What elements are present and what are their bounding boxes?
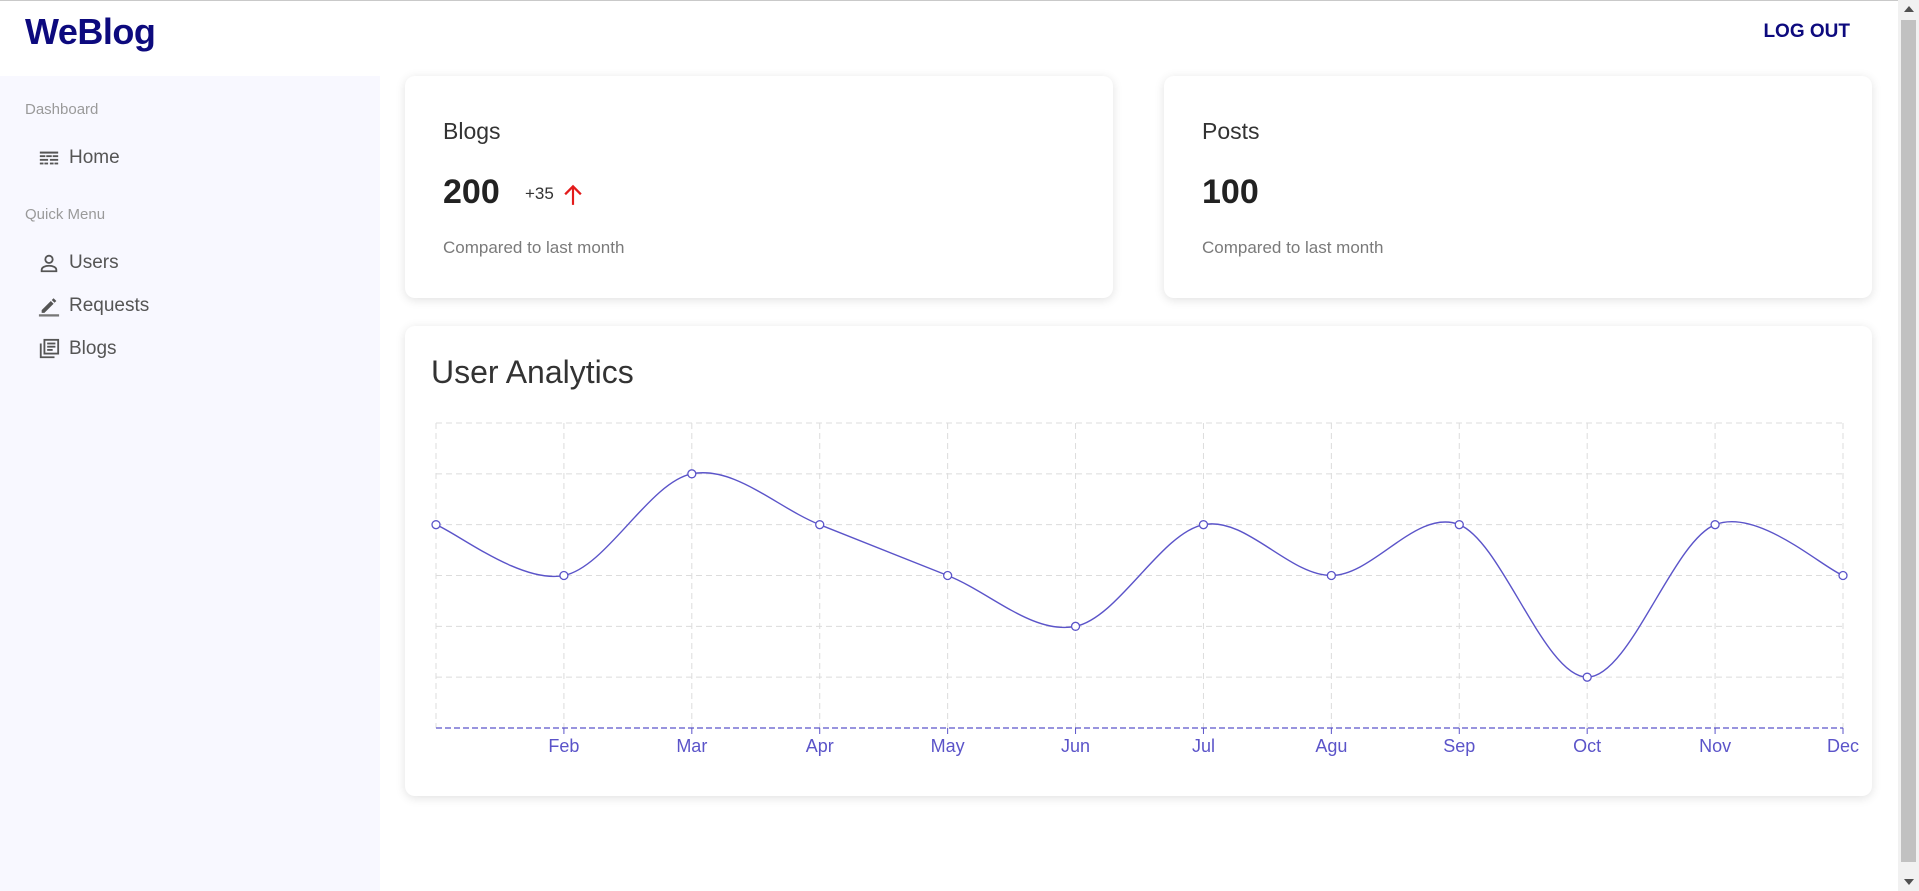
x-tick-label: Apr [806, 736, 834, 756]
x-tick-label: Dec [1827, 736, 1859, 756]
sidebar-item-requests[interactable]: Requests [38, 291, 149, 321]
library-books-icon [39, 338, 60, 359]
person-icon [40, 254, 58, 273]
card-value: 200 [443, 173, 500, 211]
logout-button[interactable]: LOG OUT [1763, 21, 1850, 43]
user-analytics-chart: Feb Mar Apr May Jun Jul Agu Sep Oct Nov Dec [431, 422, 1859, 756]
sidebar-item-label: Users [69, 252, 119, 273]
sidebar-section-quick-menu: Quick Menu [25, 206, 106, 223]
data-point [1198, 520, 1209, 530]
x-tick-label: Mar [676, 736, 707, 756]
card-title: Blogs [443, 118, 501, 144]
posts-stat-card: Posts 100 Compared to last month [1164, 76, 1872, 298]
x-tick-label: Agu [1315, 736, 1347, 756]
top-bar: WeBlog LOG OUT [0, 1, 1898, 76]
vertical-scrollbar[interactable] [1898, 0, 1919, 891]
home-dashboard-icon [39, 151, 59, 165]
sidebar-item-home[interactable]: Home [38, 143, 120, 173]
x-tick-label: Oct [1573, 736, 1601, 756]
x-tick-label: Nov [1699, 736, 1731, 756]
data-point [1582, 672, 1592, 682]
sidebar-item-label: Blogs [69, 338, 117, 359]
card-subtitle: Compared to last month [1202, 238, 1384, 257]
sidebar-section-dashboard: Dashboard [25, 101, 99, 118]
x-tick-label: Sep [1443, 736, 1475, 756]
blogs-stat-card: Blogs 200 +35 Compared to last month [405, 76, 1113, 298]
x-tick-label: May [931, 736, 965, 756]
card-value: 100 [1202, 173, 1259, 211]
delta-value: +35 [525, 184, 554, 203]
card-title: Posts [1202, 118, 1260, 144]
scroll-up-arrow-icon[interactable] [1904, 6, 1914, 12]
data-point [1838, 570, 1848, 581]
data-point [431, 520, 441, 530]
data-point [1326, 570, 1337, 581]
app-logo[interactable]: WeBlog [25, 11, 156, 53]
sidebar-item-blogs[interactable]: Blogs [38, 334, 117, 364]
x-tick-label: Jul [1192, 736, 1215, 756]
sidebar-item-label: Requests [69, 295, 150, 316]
sidebar-item-label: Home [69, 147, 120, 168]
pencil-icon [38, 298, 60, 317]
card-delta: +35 [525, 181, 586, 207]
sidebar: Dashboard Home Quick Menu Users Requests [0, 76, 380, 891]
arrow-up-icon [564, 184, 582, 205]
data-point [1710, 520, 1720, 530]
sidebar-item-users[interactable]: Users [38, 248, 119, 278]
data-point [1070, 621, 1081, 631]
data-point [942, 570, 953, 581]
card-subtitle: Compared to last month [443, 238, 625, 257]
data-point [687, 469, 697, 479]
scroll-thumb[interactable] [1901, 20, 1916, 862]
data-point [1454, 520, 1464, 530]
user-analytics-card: User Analytics Feb Mar Apr May Jun Jul Agu Sep O… [405, 326, 1872, 796]
scroll-down-arrow-icon[interactable] [1904, 879, 1914, 885]
data-point [815, 520, 825, 530]
series-line-user-analytics [435, 472, 1844, 678]
data-point [559, 570, 569, 581]
x-tick-label: Feb [548, 736, 579, 756]
x-tick-label: Jun [1061, 736, 1090, 756]
